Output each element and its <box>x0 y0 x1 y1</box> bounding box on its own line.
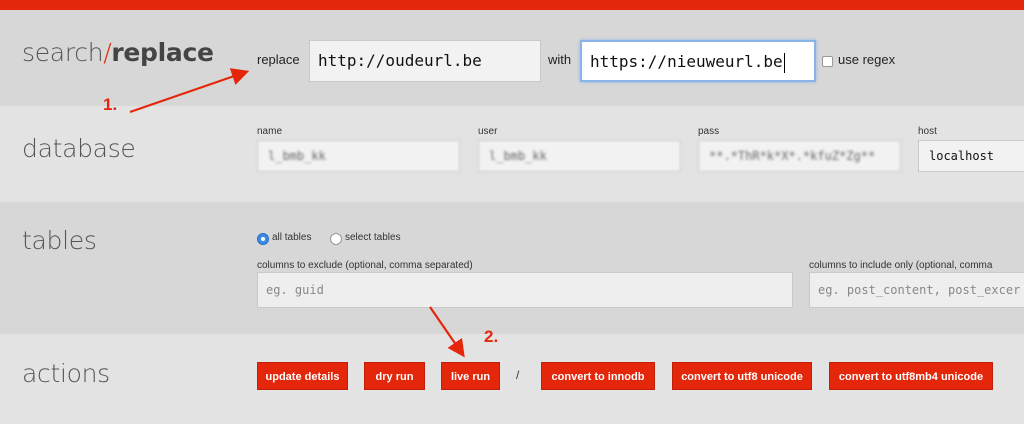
section-title-tables: tables <box>22 226 97 255</box>
db-host-label: host <box>918 126 937 137</box>
section-title-actions: actions <box>22 359 110 388</box>
annotation-step1: 1. <box>103 95 118 114</box>
db-pass-input[interactable]: **.*ThR*k*X*.*kfuZ*Zg** <box>698 140 901 172</box>
db-name-label: name <box>257 126 283 137</box>
select-tables-label: select tables <box>345 232 401 243</box>
db-host-input[interactable]: localhost <box>918 140 1024 172</box>
actions-separator: / <box>516 368 520 382</box>
db-user-input[interactable]: l_bmb_kk <box>478 140 681 172</box>
section-title-search-replace: search/replace <box>22 38 214 67</box>
include-columns-label: columns to include only (optional, comma <box>809 260 993 271</box>
all-tables-label: all tables <box>272 232 312 243</box>
convert-innodb-button[interactable]: convert to innodb <box>541 362 655 390</box>
replace-label: replace <box>257 52 300 67</box>
use-regex-label: use regex <box>838 52 896 67</box>
include-columns-input[interactable]: eg. post_content, post_excer <box>809 272 1024 308</box>
exclude-columns-label: columns to exclude (optional, comma sepa… <box>257 260 473 271</box>
with-input-value: https://nieuweurl.be <box>590 52 783 71</box>
db-name-input[interactable]: l_bmb_kk <box>257 140 460 172</box>
dry-run-button[interactable]: dry run <box>364 362 425 390</box>
use-regex-checkbox[interactable] <box>822 56 833 67</box>
section-title-database: database <box>22 134 136 163</box>
replace-input[interactable]: http://oudeurl.be <box>309 40 541 82</box>
all-tables-radio[interactable] <box>257 233 269 245</box>
db-pass-label: pass <box>698 126 720 137</box>
annotation-step2: 2. <box>484 327 499 346</box>
update-details-button[interactable]: update details <box>257 362 348 390</box>
text-caret <box>783 52 785 73</box>
with-label: with <box>548 52 572 67</box>
select-tables-radio[interactable] <box>330 233 342 245</box>
live-run-button[interactable]: live run <box>441 362 500 390</box>
top-accent-bar <box>0 0 1024 10</box>
with-input[interactable]: https://nieuweurl.be <box>580 40 816 82</box>
convert-utf8mb4-button[interactable]: convert to utf8mb4 unicode <box>829 362 993 390</box>
db-user-label: user <box>478 126 498 137</box>
exclude-columns-input[interactable]: eg. guid <box>257 272 793 308</box>
convert-utf8-button[interactable]: convert to utf8 unicode <box>672 362 812 390</box>
